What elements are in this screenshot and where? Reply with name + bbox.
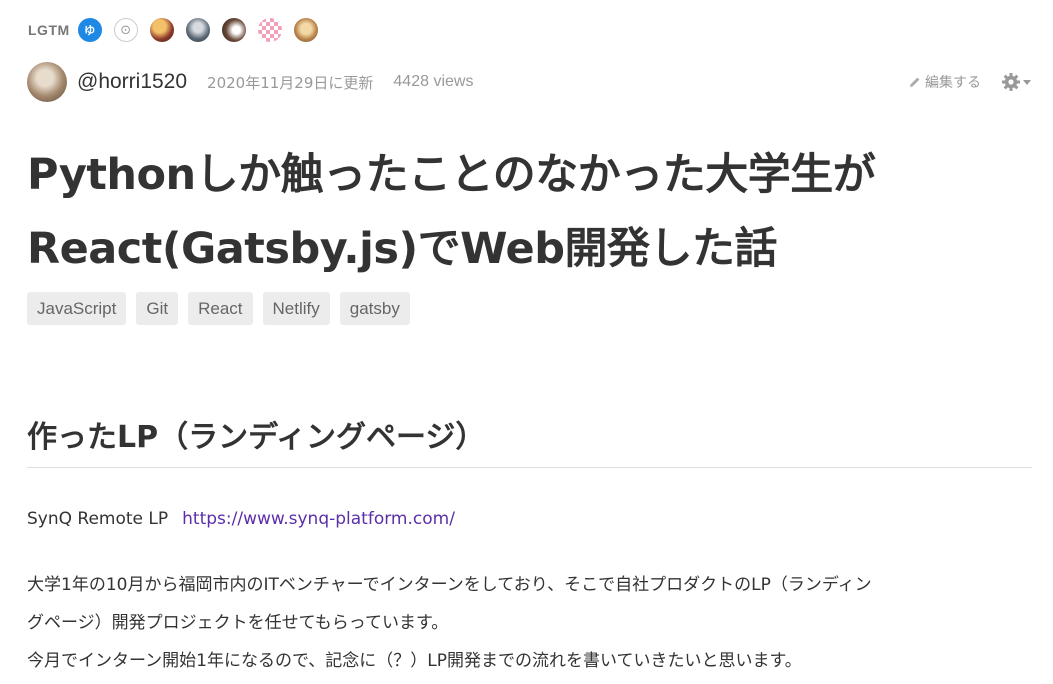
view-count: 4428 views	[393, 73, 474, 90]
user-avatar-icon[interactable]: ゆ	[77, 18, 102, 42]
lp-line: SynQ Remote LP https://www.synq-platform.…	[27, 500, 1032, 538]
lp-link[interactable]: https://www.synq-platform.com/	[182, 509, 455, 529]
article-title: Pythonしか触ったことのなかった大学生が React(Gatsby.js)で…	[27, 138, 1037, 286]
tag-git[interactable]: Git	[136, 292, 179, 325]
edit-button[interactable]: 編集する	[909, 72, 981, 92]
chevron-down-icon	[1023, 80, 1031, 85]
tag-javascript[interactable]: JavaScript	[27, 292, 127, 325]
pencil-icon	[910, 77, 920, 87]
user-avatar-icon[interactable]: ⊙	[113, 18, 138, 42]
user-avatar-icon[interactable]	[257, 18, 282, 42]
title-line: Pythonしか触ったことのなかった大学生が	[27, 150, 876, 200]
user-avatar-icon[interactable]	[293, 18, 318, 42]
settings-menu-button[interactable]	[1001, 72, 1033, 92]
user-avatar-icon[interactable]	[221, 18, 246, 42]
paragraph-line: 大学1年の10月から福岡市内のITベンチャーでインターンをしており、そこで自社プ…	[27, 575, 872, 595]
paragraph-line: 今月でインターン開始1年になるので、記念に（？）LP開発までの流れを書いていきた…	[27, 651, 802, 671]
tag-react[interactable]: React	[188, 292, 253, 325]
user-avatar-icon[interactable]	[185, 18, 210, 42]
author-avatar[interactable]	[27, 62, 67, 102]
lp-name: SynQ Remote LP	[27, 509, 169, 529]
user-avatar-icon[interactable]	[149, 18, 174, 42]
updated-date: 2020年11月29日に更新	[207, 73, 374, 92]
edit-label: 編集する	[925, 75, 981, 91]
author-name[interactable]: @horri1520	[77, 70, 187, 94]
gear-icon	[1002, 73, 1020, 91]
lgtm-users: LGTM ゆ ⊙	[28, 14, 330, 46]
intro-paragraph: 大学1年の10月から福岡市内のITベンチャーでインターンをしており、そこで自社プ…	[27, 566, 1032, 680]
title-line: React(Gatsby.js)でWeb開発した話	[27, 224, 777, 274]
lgtm-label: LGTM	[28, 22, 70, 38]
tag-netlify[interactable]: Netlify	[262, 292, 330, 325]
tag-list: JavaScript Git React Netlify gatsby	[27, 292, 420, 325]
paragraph-line: グページ）開発プロジェクトを任せてもらっています。	[27, 613, 449, 633]
tag-gatsby[interactable]: gatsby	[339, 292, 410, 325]
section-heading: 作ったLP（ランディングページ）	[27, 416, 1032, 468]
article-meta: @horri1520 2020年11月29日に更新 4428 views 編集す…	[27, 62, 1033, 102]
